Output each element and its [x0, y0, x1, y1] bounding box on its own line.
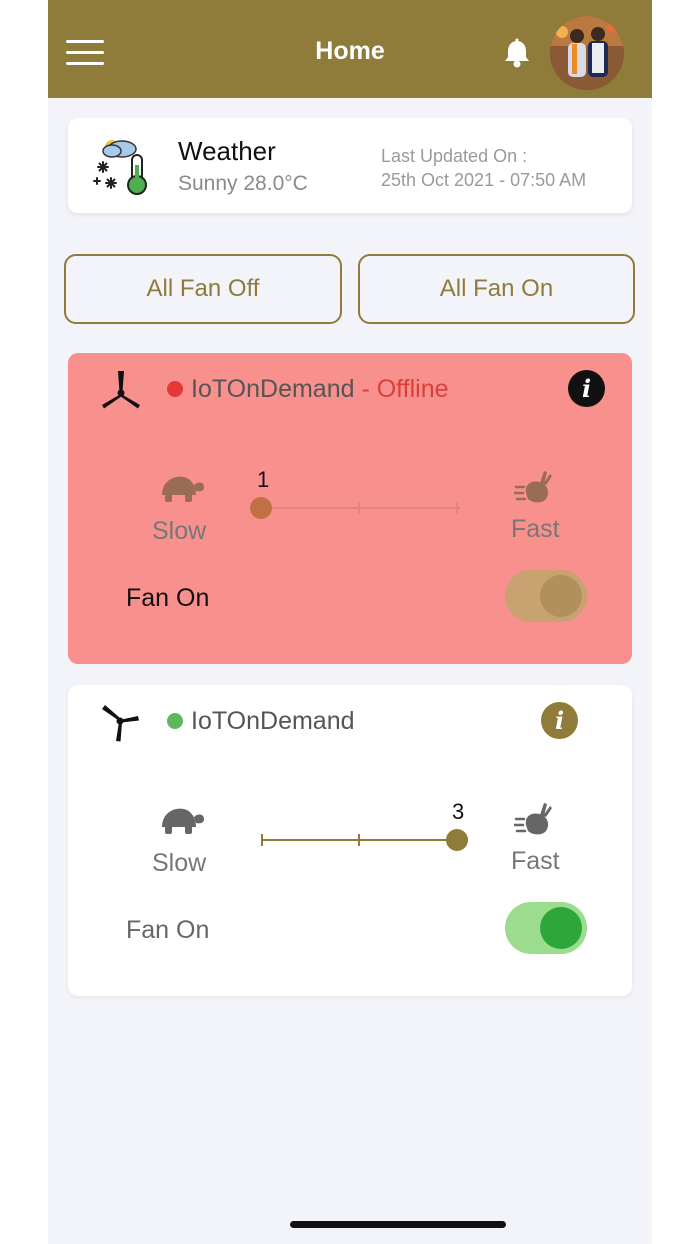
slow-label: Slow	[152, 517, 207, 545]
turtle-icon	[158, 801, 206, 837]
weather-condition: Sunny 28.0°C	[178, 172, 308, 195]
avatar[interactable]	[550, 16, 624, 90]
turtle-icon	[158, 469, 206, 505]
slider-thumb[interactable]	[250, 497, 272, 519]
info-icon[interactable]: i	[541, 702, 578, 739]
device-name-text: IoTOnDemand	[191, 707, 355, 735]
last-updated-value: 25th Oct 2021 - 07:50 AM	[381, 170, 587, 190]
status-dot	[167, 381, 183, 397]
device-card: IoTOnDemand - Offline i Slow 1 Fast Fan …	[68, 353, 632, 664]
toggle-knob	[540, 907, 582, 949]
fan-on-label: Fan On	[126, 584, 210, 612]
status-dot	[167, 713, 183, 729]
fan-on-label: Fan On	[126, 916, 210, 944]
device-card: IoTOnDemand i Slow 3 Fast Fan On	[68, 685, 632, 996]
speed-slider[interactable]	[258, 829, 468, 851]
slow-label: Slow	[152, 849, 207, 877]
all-fan-off-button[interactable]: All Fan Off	[64, 254, 342, 324]
fast-label: Fast	[511, 515, 560, 543]
speed-slider[interactable]	[250, 497, 462, 519]
fast-label: Fast	[511, 847, 560, 875]
rabbit-icon	[512, 469, 558, 509]
fan-on-toggle[interactable]	[505, 902, 587, 954]
bell-icon[interactable]	[500, 37, 534, 71]
app-screen: Home Weather Sunny 28.0°C Last Updated O…	[48, 0, 652, 1244]
offline-status: - Offline	[354, 375, 449, 403]
weather-icon	[92, 135, 154, 197]
last-updated: Last Updated On : 25th Oct 2021 - 07:50 …	[381, 144, 586, 192]
slider-thumb[interactable]	[446, 829, 468, 851]
weather-title: Weather	[178, 136, 276, 166]
home-indicator	[290, 1221, 506, 1228]
speed-value: 1	[257, 467, 270, 492]
weather-card: Weather Sunny 28.0°C Last Updated On : 2…	[68, 118, 632, 213]
last-updated-label: Last Updated On :	[381, 146, 528, 166]
device-name-text: IoTOnDemand	[191, 375, 355, 403]
fan-icon	[98, 367, 144, 413]
rabbit-icon	[512, 801, 558, 841]
device-name: IoTOnDemand	[191, 707, 355, 736]
fan-on-toggle[interactable]	[505, 570, 587, 622]
all-fan-on-button[interactable]: All Fan On	[358, 254, 635, 324]
top-bar: Home	[48, 0, 652, 98]
toggle-knob	[540, 575, 582, 617]
info-icon[interactable]: i	[568, 370, 605, 407]
fan-icon	[98, 699, 144, 745]
device-name: IoTOnDemand - Offline	[191, 375, 449, 404]
speed-value: 3	[452, 799, 465, 824]
